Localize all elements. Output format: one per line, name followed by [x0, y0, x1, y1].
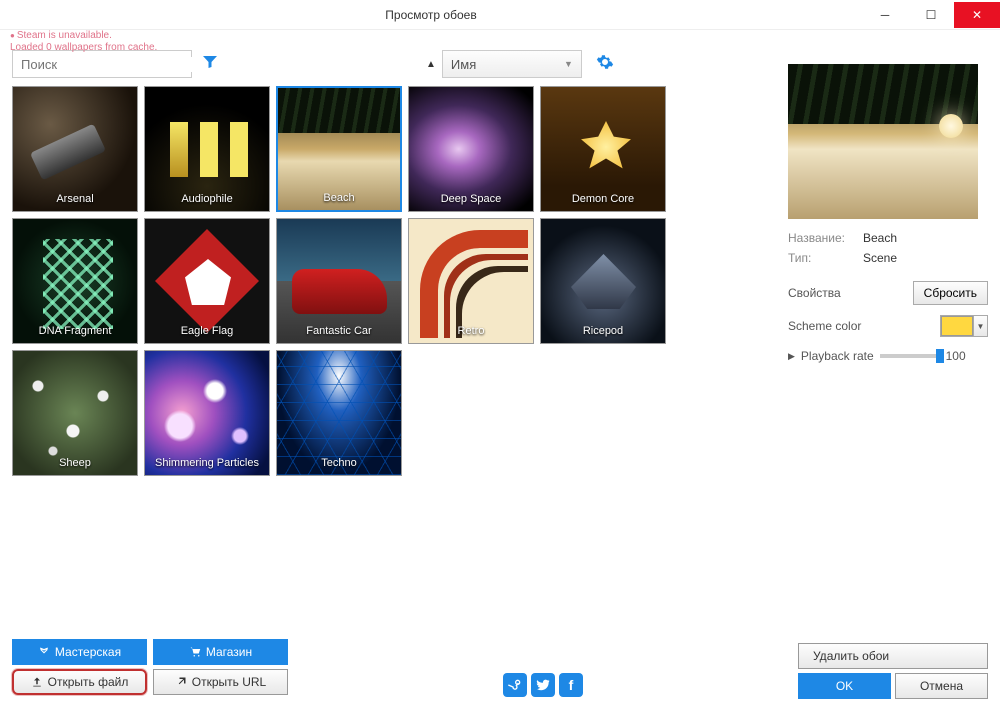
tile-label: Arsenal — [13, 193, 137, 205]
window-title: Просмотр обоев — [0, 8, 862, 22]
sort-select[interactable]: Имя ▼ — [442, 50, 582, 78]
close-button[interactable]: ✕ — [954, 2, 1000, 28]
tile-label: Audiophile — [145, 193, 269, 205]
steam-icon[interactable] — [503, 673, 527, 697]
error-messages: Steam is unavailable. Loaded 0 wallpaper… — [10, 30, 157, 54]
type-value: Scene — [863, 251, 897, 265]
tile-label: Eagle Flag — [145, 325, 269, 337]
tile-label: Ricepod — [541, 325, 665, 337]
scheme-color-label: Scheme color — [788, 319, 861, 333]
tile-label: Beach — [278, 192, 400, 204]
wallpaper-tile[interactable]: Beach — [276, 86, 402, 212]
wallpaper-tile[interactable]: Retro — [408, 218, 534, 344]
tile-label: Deep Space — [409, 193, 533, 205]
wallpaper-tile[interactable]: Deep Space — [408, 86, 534, 212]
wallpaper-tile[interactable]: Eagle Flag — [144, 218, 270, 344]
chevron-down-icon: ▼ — [564, 59, 573, 69]
wallpaper-grid: Arsenal Audiophile Beach Deep Space Demon Co… — [12, 86, 776, 476]
open-file-button[interactable]: Открыть файл — [12, 669, 147, 695]
workshop-button[interactable]: Мастерская — [12, 639, 147, 665]
tile-label: Demon Core — [541, 193, 665, 205]
wallpaper-tile[interactable]: Ricepod — [540, 218, 666, 344]
tile-label: Techno — [277, 457, 401, 469]
name-value: Beach — [863, 231, 897, 245]
tile-label: DNA Fragment — [13, 325, 137, 337]
twitter-icon[interactable] — [531, 673, 555, 697]
type-label: Тип: — [788, 251, 863, 265]
preview-image — [788, 64, 978, 219]
name-label: Название: — [788, 231, 863, 245]
tile-label: Sheep — [13, 457, 137, 469]
wallpaper-tile[interactable]: Demon Core — [540, 86, 666, 212]
color-swatch — [941, 316, 973, 336]
open-url-button[interactable]: Открыть URL — [153, 669, 288, 695]
playback-rate-slider[interactable] — [880, 354, 940, 358]
maximize-button[interactable]: ☐ — [908, 2, 954, 28]
minimize-button[interactable]: ─ — [862, 2, 908, 28]
search-input[interactable] — [13, 57, 205, 72]
wallpaper-tile[interactable]: Techno — [276, 350, 402, 476]
scheme-color-picker[interactable]: ▼ — [940, 315, 988, 337]
playback-rate-label: Playback rate — [801, 349, 874, 363]
wallpaper-tile[interactable]: Sheep — [12, 350, 138, 476]
tile-label: Shimmering Particles — [145, 457, 269, 469]
filter-icon[interactable] — [202, 54, 218, 75]
gear-icon[interactable] — [596, 53, 614, 76]
delete-wallpaper-button[interactable]: Удалить обои — [798, 643, 988, 669]
wallpaper-tile[interactable]: Audiophile — [144, 86, 270, 212]
store-button[interactable]: Магазин — [153, 639, 288, 665]
sort-direction-icon[interactable]: ▲ — [426, 59, 436, 70]
ok-button[interactable]: OK — [798, 673, 891, 699]
wallpaper-tile[interactable]: Fantastic Car — [276, 218, 402, 344]
playback-rate-value: 100 — [946, 349, 966, 363]
search-box — [12, 50, 192, 78]
wallpaper-tile[interactable]: Shimmering Particles — [144, 350, 270, 476]
facebook-icon[interactable]: f — [559, 673, 583, 697]
tile-label: Retro — [409, 325, 533, 337]
wallpaper-tile[interactable]: Arsenal — [12, 86, 138, 212]
chevron-down-icon: ▼ — [973, 316, 987, 336]
tile-label: Fantastic Car — [277, 325, 401, 337]
reset-button[interactable]: Сбросить — [913, 281, 988, 305]
titlebar: Просмотр обоев ─ ☐ ✕ — [0, 0, 1000, 30]
cancel-button[interactable]: Отмена — [895, 673, 988, 699]
wallpaper-tile[interactable]: DNA Fragment — [12, 218, 138, 344]
play-icon: ▶ — [788, 351, 795, 362]
properties-label: Свойства — [788, 286, 841, 300]
